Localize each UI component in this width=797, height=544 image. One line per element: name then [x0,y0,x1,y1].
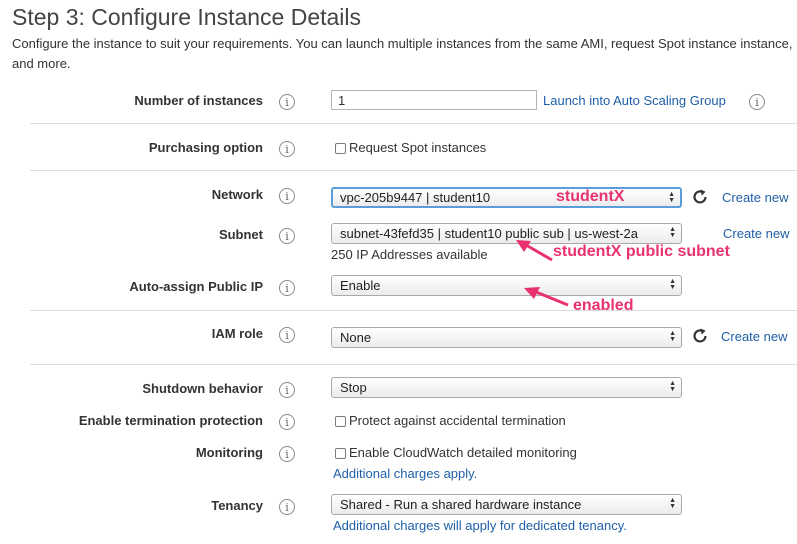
divider [30,170,797,171]
select-arrows-icon: ▲ ▼ [669,497,676,510]
create-subnet-link[interactable]: Create new [723,226,789,241]
divider [30,123,797,124]
page-title: Step 3: Configure Instance Details [12,4,362,30]
select-arrows-icon: ▲ ▼ [669,380,676,393]
tenancy-select[interactable]: Shared - Run a shared hardware instance … [331,494,682,515]
network-select-value: vpc-205b9447 | student10 [340,190,491,205]
shutdown-select[interactable]: Stop ▲ ▼ [331,377,682,398]
spot-checkbox[interactable] [335,143,346,154]
select-arrows-icon: ▲ ▼ [669,330,676,343]
public-ip-select-value: Enable [340,278,381,293]
termination-label: Enable termination protection [78,413,263,428]
spot-checkbox-label[interactable]: Request Spot instances [349,140,486,155]
network-select[interactable]: vpc-205b9447 | student10 ▲ ▼ [331,187,682,208]
select-arrows-icon: ▲ ▼ [669,278,676,291]
info-icon[interactable]: i [279,280,295,296]
public-ip-annotation: enabled [573,297,634,314]
info-icon[interactable]: i [279,382,295,398]
shutdown-select-value: Stop [340,380,367,395]
select-arrows-icon: ▲ ▼ [669,226,676,239]
tenancy-select-value: Shared - Run a shared hardware instance [340,497,582,512]
iam-role-label: IAM role [211,326,263,341]
monitoring-charges-link[interactable]: Additional charges apply. [333,466,477,481]
network-annotation: studentX [556,188,625,205]
tenancy-label: Tenancy [211,498,263,513]
create-network-link[interactable]: Create new [722,190,788,205]
termination-checkbox[interactable] [335,416,346,427]
ip-available-text: 250 IP Addresses available [331,247,488,262]
monitoring-label: Monitoring [195,445,263,460]
public-ip-label: Auto-assign Public IP [129,279,263,294]
purchasing-label: Purchasing option [148,140,263,155]
iam-role-select[interactable]: None ▲ ▼ [331,327,682,348]
subnet-label: Subnet [218,227,263,242]
iam-role-select-value: None [340,330,372,345]
monitoring-checkbox[interactable] [335,448,346,459]
info-icon[interactable]: i [749,94,765,110]
page-description: Configure the instance to suit your requ… [12,36,793,71]
info-icon[interactable]: i [279,141,295,157]
shutdown-label: Shutdown behavior [142,381,263,396]
info-icon[interactable]: i [279,228,295,244]
monitoring-checkbox-label[interactable]: Enable CloudWatch detailed monitoring [349,445,577,460]
termination-checkbox-label[interactable]: Protect against accidental termination [349,413,566,428]
instances-count-input[interactable] [331,90,537,110]
refresh-icon[interactable] [691,188,709,206]
tenancy-charges-link[interactable]: Additional charges will apply for dedica… [333,518,627,533]
info-icon[interactable]: i [279,446,295,462]
network-label: Network [211,187,263,202]
info-icon[interactable]: i [279,327,295,343]
subnet-select-value: subnet-43fefd35 | student10 public sub |… [340,226,638,241]
create-iam-role-link[interactable]: Create new [721,329,787,344]
subnet-annotation: studentX public subnet [553,243,730,260]
divider [30,310,797,311]
info-icon[interactable]: i [279,188,295,204]
divider [30,364,797,365]
info-icon[interactable]: i [279,94,295,110]
launch-asg-link[interactable]: Launch into Auto Scaling Group [543,93,726,108]
info-icon[interactable]: i [279,414,295,430]
instances-label: Number of instances [134,93,263,108]
info-icon[interactable]: i [279,499,295,515]
refresh-icon[interactable] [691,327,709,345]
select-arrows-icon: ▲ ▼ [668,191,675,204]
